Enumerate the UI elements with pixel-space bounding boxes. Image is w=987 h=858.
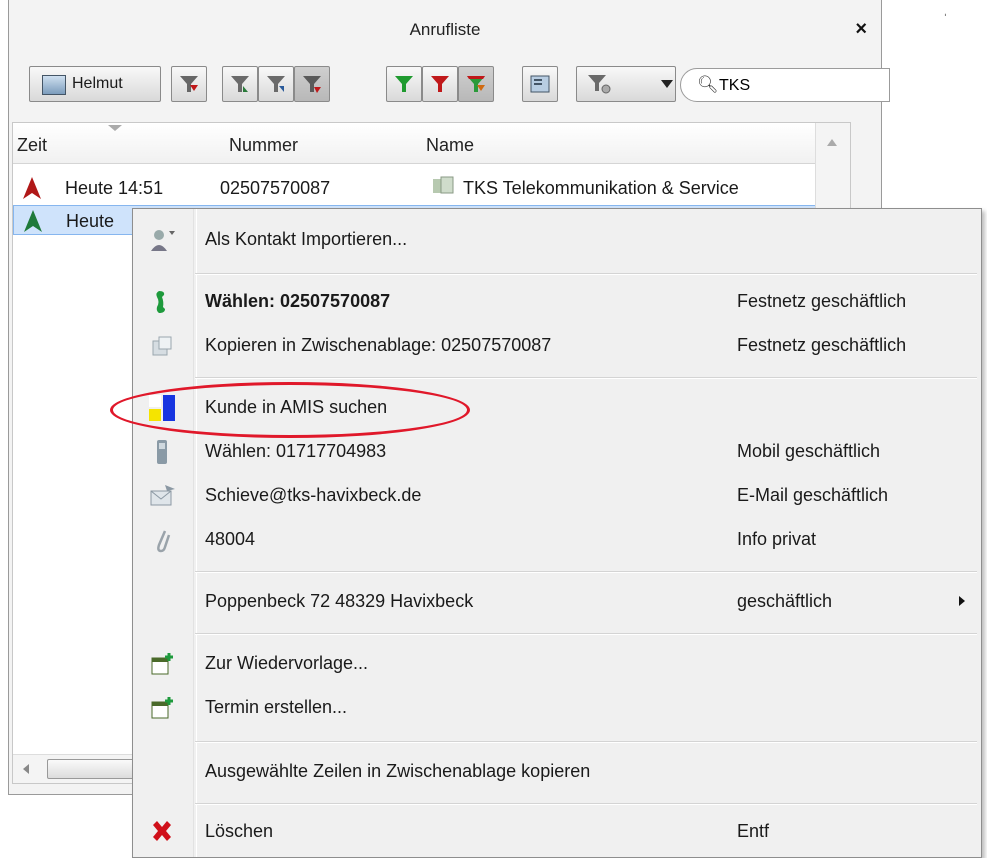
user-button-label: Helmut: [72, 75, 123, 92]
delete-icon: [153, 821, 171, 841]
context-menu: Als Kontakt Importieren... Wählen: 02507…: [132, 208, 982, 858]
filter-green-icon: [395, 76, 413, 92]
menu-item-sublabel: E-Mail geschäftlich: [737, 485, 889, 505]
window-title: Anrufliste: [409, 20, 481, 39]
menu-item-sublabel: Entf: [737, 821, 770, 841]
menu-item-label: Als Kontakt Importieren...: [205, 229, 408, 249]
edge-tick: ˌ: [943, 0, 948, 16]
table-row[interactable]: Heute 14:51 02507570087 TKS Telekommunik…: [13, 173, 850, 203]
filter-red2-icon: [431, 76, 449, 92]
business-contact-icon: [433, 176, 454, 194]
menu-item-dial-mobile[interactable]: Wählen: 01717704983 Mobil geschäftlich: [133, 429, 981, 473]
title-bar: Anrufliste ×: [9, 0, 881, 60]
table-header: Zeit Nummer Name: [13, 123, 850, 164]
filter-c-button[interactable]: [294, 66, 330, 102]
menu-item-label: Ausgewählte Zeilen in Zwischenablage kop…: [205, 761, 591, 781]
menu-item-label: Wählen: 01717704983: [205, 441, 387, 461]
menu-separator: [195, 273, 977, 275]
menu-item-copy-landline[interactable]: Kopieren in Zwischenablage: 02507570087 …: [133, 323, 981, 367]
menu-item-sublabel: geschäftlich: [737, 591, 833, 611]
filter-red-icon: [180, 76, 198, 92]
menu-item-sublabel: Festnetz geschäftlich: [737, 335, 907, 355]
menu-separator: [195, 803, 977, 805]
submenu-arrow-icon: [959, 596, 965, 606]
menu-item-sublabel: Festnetz geschäftlich: [737, 291, 907, 311]
row-time: Heute 14:51: [65, 178, 164, 198]
sort-indicator-icon: [108, 125, 122, 131]
menu-item-label: 48004: [205, 529, 256, 549]
search-box[interactable]: 🔍︎: [680, 68, 890, 102]
incoming-call-icon: [24, 210, 42, 232]
menu-separator: [195, 741, 977, 743]
menu-item-label: Kopieren in Zwischenablage: 02507570087: [205, 335, 552, 355]
menu-item-dial-landline[interactable]: Wählen: 02507570087 Festnetz geschäftlic…: [133, 279, 981, 323]
menu-item-create-appointment[interactable]: Termin erstellen...: [133, 685, 981, 729]
column-name[interactable]: Name: [426, 135, 474, 156]
search-icon: 🔍︎: [697, 75, 719, 94]
mobile-icon: [157, 440, 167, 464]
menu-item-sublabel: Info privat: [737, 529, 817, 549]
menu-item-info[interactable]: 48004 Info privat: [133, 517, 981, 561]
row-time: Heute: [66, 211, 115, 231]
email-icon: [150, 485, 175, 506]
menu-item-label: Wählen: 02507570087: [205, 291, 391, 311]
filter-red2-button[interactable]: [422, 66, 458, 102]
menu-item-label: Schieve@tks-havixbeck.de: [205, 485, 422, 505]
menu-separator: [195, 633, 977, 635]
menu-item-email[interactable]: Schieve@tks-havixbeck.de E-Mail geschäft…: [133, 473, 981, 517]
menu-item-sublabel: Mobil geschäftlich: [737, 441, 881, 461]
menu-item-label: Kunde in AMIS suchen: [205, 397, 388, 417]
filter-c-icon: [303, 76, 321, 93]
filter-a-icon: [231, 76, 249, 92]
card-icon: [530, 75, 550, 93]
toolbar: Helmut 🔍︎: [17, 66, 890, 106]
scroll-up-icon[interactable]: [827, 139, 837, 146]
menu-item-label: Termin erstellen...: [205, 697, 348, 717]
amis-icon: [149, 395, 175, 421]
column-nummer[interactable]: Nummer: [229, 135, 298, 156]
filter-b-icon: [267, 76, 285, 92]
close-icon[interactable]: ×: [855, 18, 867, 41]
filter-mixed-button[interactable]: [458, 66, 494, 102]
dropdown-arrow[interactable]: [661, 80, 673, 88]
menu-item-import-contact[interactable]: Als Kontakt Importieren...: [133, 217, 981, 261]
calendar-add-icon: [151, 697, 173, 719]
menu-item-address[interactable]: Poppenbeck 72 48329 Havixbeck geschäftli…: [133, 579, 981, 623]
copy-icon: [152, 336, 172, 356]
menu-item-resubmission[interactable]: Zur Wiedervorlage...: [133, 641, 981, 685]
menu-item-label: Poppenbeck 72 48329 Havixbeck: [205, 591, 474, 611]
import-contact-icon: [151, 230, 175, 251]
filter-a-button[interactable]: [222, 66, 258, 102]
menu-separator: [195, 571, 977, 573]
phone-icon: [156, 291, 165, 313]
outgoing-call-icon: [23, 177, 41, 199]
scroll-left-icon[interactable]: [23, 764, 29, 774]
menu-item-copy-rows[interactable]: Ausgewählte Zeilen in Zwischenablage kop…: [133, 749, 981, 793]
menu-item-delete[interactable]: Löschen Entf: [133, 809, 981, 853]
menu-separator: [195, 377, 977, 379]
menu-item-label: Löschen: [205, 821, 274, 841]
user-button[interactable]: Helmut: [29, 66, 161, 102]
filter-b-button[interactable]: [258, 66, 294, 102]
row-name: TKS Telekommunikation & Service: [463, 178, 739, 198]
filter-green-button[interactable]: [386, 66, 422, 102]
row-number: 02507570087: [220, 178, 331, 198]
calendar-add-icon: [151, 653, 173, 675]
user-card-icon: [42, 75, 66, 95]
search-input[interactable]: [717, 74, 881, 98]
filter-mixed-icon: [467, 76, 485, 92]
filter-red-button[interactable]: [171, 66, 207, 102]
scroll-thumb[interactable]: [47, 759, 139, 779]
menu-item-search-amis[interactable]: Kunde in AMIS suchen: [133, 385, 981, 429]
column-zeit[interactable]: Zeit: [17, 135, 47, 156]
menu-item-label: Zur Wiedervorlage...: [205, 653, 369, 673]
card-button[interactable]: [522, 66, 558, 102]
paperclip-icon: [157, 530, 171, 553]
filter-options-icon: [588, 75, 611, 94]
